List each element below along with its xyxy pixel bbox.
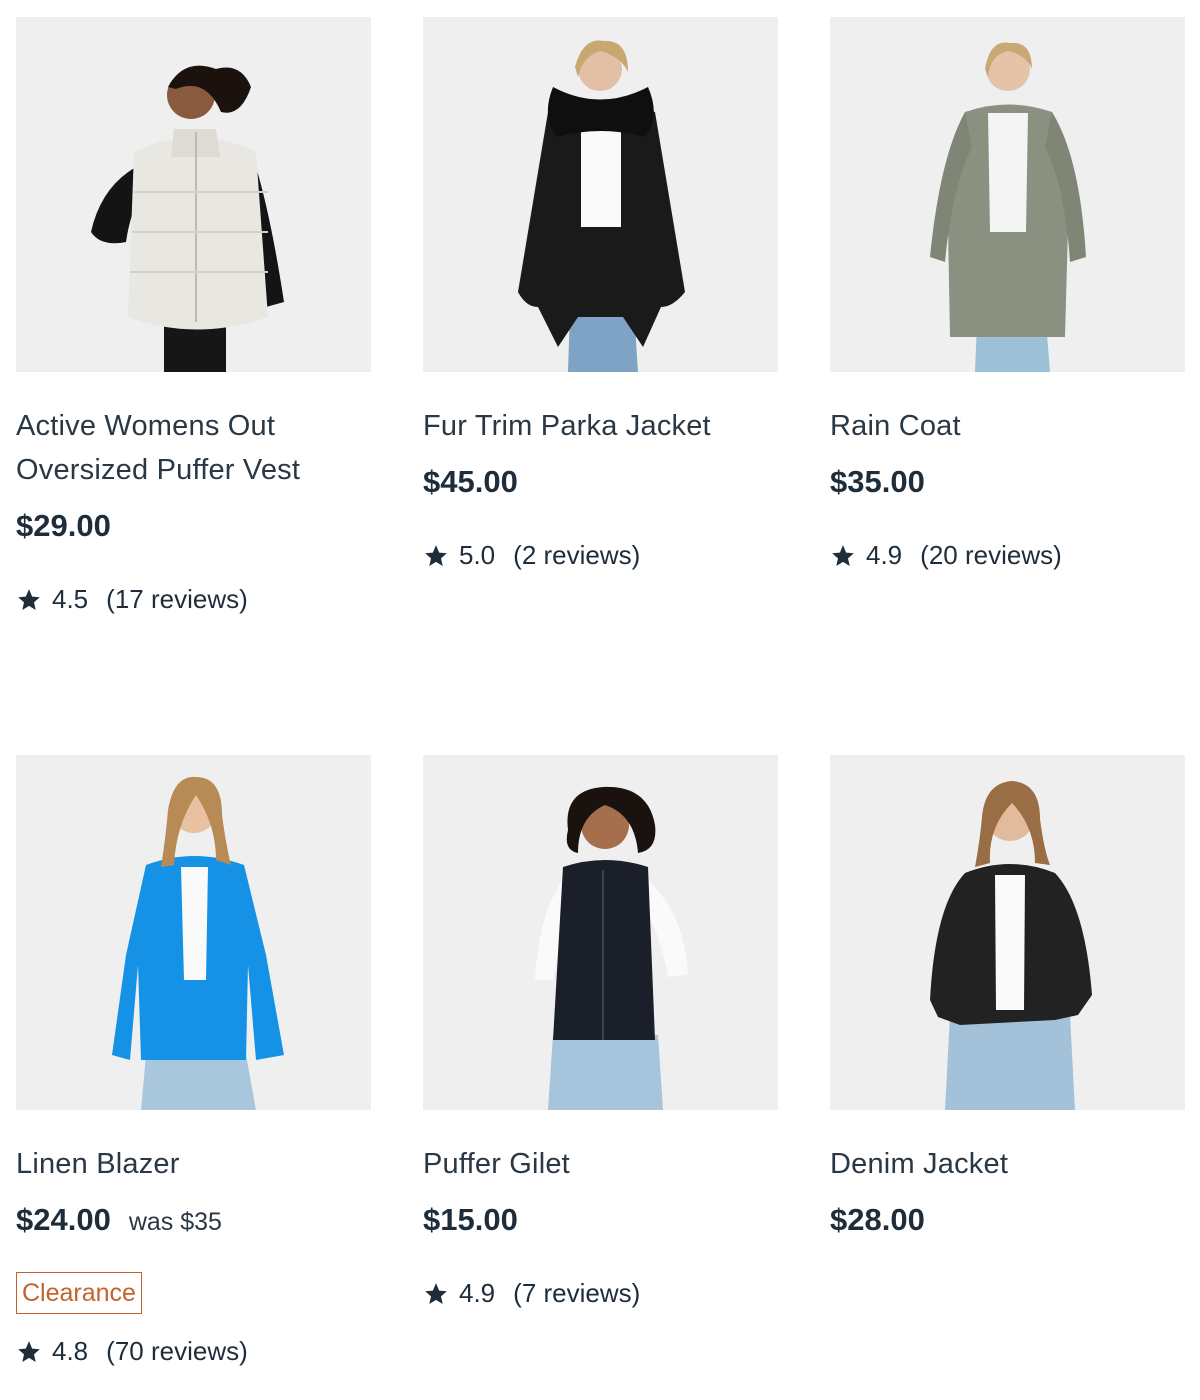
product-title[interactable]: Active Womens Out Oversized Puffer Vest: [16, 404, 371, 492]
product-price: $45.00: [423, 464, 518, 499]
review-count: (7 reviews): [513, 1278, 641, 1308]
product-image[interactable]: [423, 755, 778, 1110]
product-card-rain-coat[interactable]: Rain Coat $35.00 4.9 (20 reviews): [830, 17, 1185, 755]
clearance-badge: Clearance: [16, 1272, 142, 1314]
product-rating[interactable]: 4.9 (7 reviews): [423, 1278, 778, 1309]
rating-score: 4.8: [52, 1336, 89, 1366]
star-icon: [18, 588, 40, 610]
product-card-linen-blazer[interactable]: Linen Blazer $24.00 was $35 Clearance 4.…: [16, 755, 371, 1395]
product-card-puffer-gilet[interactable]: Puffer Gilet $15.00 4.9 (7 reviews): [423, 755, 778, 1395]
review-count: (2 reviews): [513, 540, 641, 570]
product-rating[interactable]: 4.5 (17 reviews): [16, 584, 371, 615]
product-title[interactable]: Fur Trim Parka Jacket: [423, 404, 778, 448]
product-image[interactable]: [423, 17, 778, 372]
product-rating[interactable]: 4.9 (20 reviews): [830, 540, 1185, 571]
star-icon: [18, 1340, 40, 1362]
rating-score: 4.9: [866, 540, 903, 570]
product-price: $29.00: [16, 508, 111, 543]
product-card-puffer-vest[interactable]: Active Womens Out Oversized Puffer Vest …: [16, 17, 371, 755]
product-image[interactable]: [830, 17, 1185, 372]
product-title[interactable]: Linen Blazer: [16, 1142, 371, 1186]
rating-score: 5.0: [459, 540, 496, 570]
product-rating[interactable]: 5.0 (2 reviews): [423, 540, 778, 571]
product-rating[interactable]: 4.8 (70 reviews): [16, 1336, 371, 1367]
star-icon: [425, 544, 447, 566]
product-price: $24.00: [16, 1202, 111, 1237]
was-price: was $35: [128, 1208, 222, 1236]
rating-score: 4.5: [52, 584, 89, 614]
rating-score: 4.9: [459, 1278, 496, 1308]
review-count: (70 reviews): [106, 1336, 248, 1366]
product-card-denim-jacket[interactable]: Denim Jacket $28.00: [830, 755, 1185, 1395]
review-count: (20 reviews): [920, 540, 1062, 570]
product-price: $35.00: [830, 464, 925, 499]
star-icon: [832, 544, 854, 566]
product-image[interactable]: [16, 17, 371, 372]
product-card-parka[interactable]: Fur Trim Parka Jacket $45.00 5.0 (2 revi…: [423, 17, 778, 755]
product-grid: Active Womens Out Oversized Puffer Vest …: [16, 17, 1186, 1395]
product-title[interactable]: Rain Coat: [830, 404, 1185, 448]
star-icon: [425, 1282, 447, 1304]
product-price: $28.00: [830, 1202, 925, 1237]
review-count: (17 reviews): [106, 584, 248, 614]
product-title[interactable]: Denim Jacket: [830, 1142, 1185, 1186]
product-title[interactable]: Puffer Gilet: [423, 1142, 778, 1186]
product-image[interactable]: [830, 755, 1185, 1110]
product-price: $15.00: [423, 1202, 518, 1237]
product-image[interactable]: [16, 755, 371, 1110]
